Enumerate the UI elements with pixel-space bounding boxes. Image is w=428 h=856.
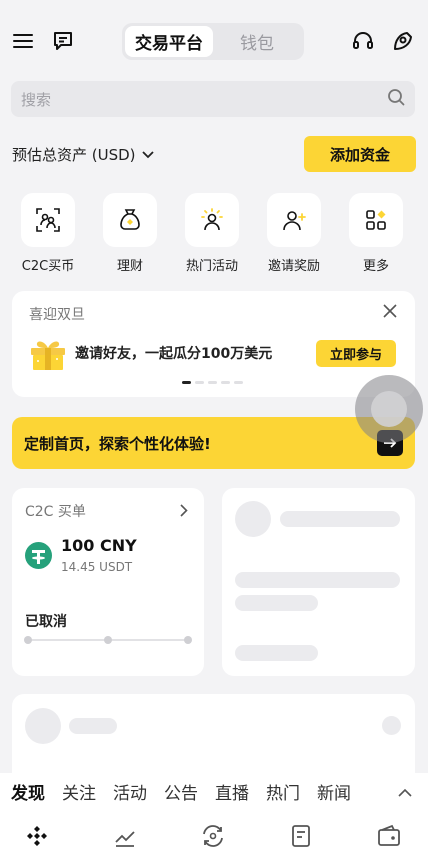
skeleton-line xyxy=(235,595,318,611)
home-logo-icon[interactable] xyxy=(22,821,52,851)
assets-row: 预估总资产 (USD) 添加资金 xyxy=(12,136,416,172)
customize-home-banner[interactable]: 定制首页，探索个性化体验! xyxy=(12,417,415,469)
order-amount: 100 CNY xyxy=(61,536,137,555)
invite-icon xyxy=(267,193,321,247)
estimated-assets-selector[interactable]: 预估总资产 (USD) xyxy=(12,144,154,165)
search-placeholder: 搜索 xyxy=(21,90,52,109)
add-funds-button[interactable]: 添加资金 xyxy=(304,136,416,172)
activity-icon xyxy=(185,193,239,247)
wallet-icon[interactable] xyxy=(374,821,404,851)
shortcut-label: 邀请奖励 xyxy=(267,259,320,274)
close-icon[interactable] xyxy=(383,303,397,322)
orders-icon[interactable] xyxy=(286,821,316,851)
more-icon xyxy=(349,193,403,247)
shortcut-c2c[interactable]: C2C买币 xyxy=(8,193,88,274)
shortcut-earn[interactable]: 理财 xyxy=(90,193,170,274)
markets-icon[interactable] xyxy=(110,821,140,851)
bottom-navigation xyxy=(0,809,428,856)
order-status: 已取消 xyxy=(25,614,67,630)
earn-icon xyxy=(103,193,157,247)
carousel-indicator xyxy=(182,381,243,384)
platform-segmented-control: 交易平台 钱包 xyxy=(122,23,304,60)
trade-icon[interactable] xyxy=(198,821,228,851)
skeleton-line xyxy=(69,718,117,734)
estimated-assets-label: 预估总资产 (USD) xyxy=(12,145,136,164)
banner-text: 定制首页，探索个性化体验! xyxy=(24,434,211,453)
c2c-order-card[interactable]: C2C 买单 100 CNY 14.45 USDT 已取消 xyxy=(12,488,204,676)
shortcut-grid: C2C买币 理财 热门活动 邀请奖励 更多 xyxy=(0,193,428,274)
chevron-up-icon[interactable] xyxy=(398,782,412,801)
profile-icon[interactable] xyxy=(389,27,417,55)
c2c-icon xyxy=(21,193,75,247)
gift-icon xyxy=(29,335,67,375)
segment-wallet[interactable]: 钱包 xyxy=(213,26,301,57)
join-now-button[interactable]: 立即参与 xyxy=(316,340,396,367)
tab-discover[interactable]: 发现 xyxy=(11,779,45,804)
shortcut-invite[interactable]: 邀请奖励 xyxy=(254,193,334,274)
tab-announcement[interactable]: 公告 xyxy=(164,779,198,804)
message-icon[interactable] xyxy=(49,27,77,55)
menu-icon[interactable] xyxy=(9,27,37,55)
skeleton-dot xyxy=(382,716,401,735)
floating-assistive-button[interactable] xyxy=(355,375,423,443)
top-bar: 交易平台 钱包 xyxy=(0,0,428,80)
search-icon xyxy=(387,88,405,110)
tab-following[interactable]: 关注 xyxy=(62,779,96,804)
tab-news[interactable]: 新闻 xyxy=(317,779,351,804)
promo-card: 喜迎双旦 邀请好友，一起瓜分100万美元 立即参与 xyxy=(12,291,415,397)
headset-icon[interactable] xyxy=(349,27,377,55)
chevron-right-icon[interactable] xyxy=(180,502,188,521)
shortcut-label: C2C买币 xyxy=(21,259,75,274)
segment-exchange[interactable]: 交易平台 xyxy=(125,26,213,57)
skeleton-line xyxy=(235,572,400,588)
tab-activity[interactable]: 活动 xyxy=(113,779,147,804)
shortcut-activity[interactable]: 热门活动 xyxy=(172,193,252,274)
promo-title: 喜迎双旦 xyxy=(29,307,85,323)
shortcut-label: 理财 xyxy=(116,259,143,274)
feed-loading-card xyxy=(12,694,415,773)
order-sub-amount: 14.45 USDT xyxy=(61,560,133,574)
skeleton-avatar xyxy=(25,708,61,744)
chevron-down-icon xyxy=(141,145,154,163)
order-progress-track xyxy=(24,636,192,644)
skeleton-line xyxy=(280,511,400,527)
c2c-card-title: C2C 买单 xyxy=(25,504,86,520)
tether-icon xyxy=(25,542,52,573)
tab-hot[interactable]: 热门 xyxy=(266,779,300,804)
shortcut-more[interactable]: 更多 xyxy=(336,193,416,274)
loading-card xyxy=(222,488,415,676)
tab-live[interactable]: 直播 xyxy=(215,779,249,804)
shortcut-label: 更多 xyxy=(362,259,389,274)
feed-tabs: 发现 关注 活动 公告 直播 热门 新闻 xyxy=(0,773,428,809)
promo-text: 邀请好友，一起瓜分100万美元 xyxy=(75,346,273,362)
skeleton-avatar xyxy=(235,501,271,537)
shortcut-label: 热门活动 xyxy=(185,259,238,274)
search-bar[interactable]: 搜索 xyxy=(11,81,415,117)
skeleton-line xyxy=(235,645,318,661)
